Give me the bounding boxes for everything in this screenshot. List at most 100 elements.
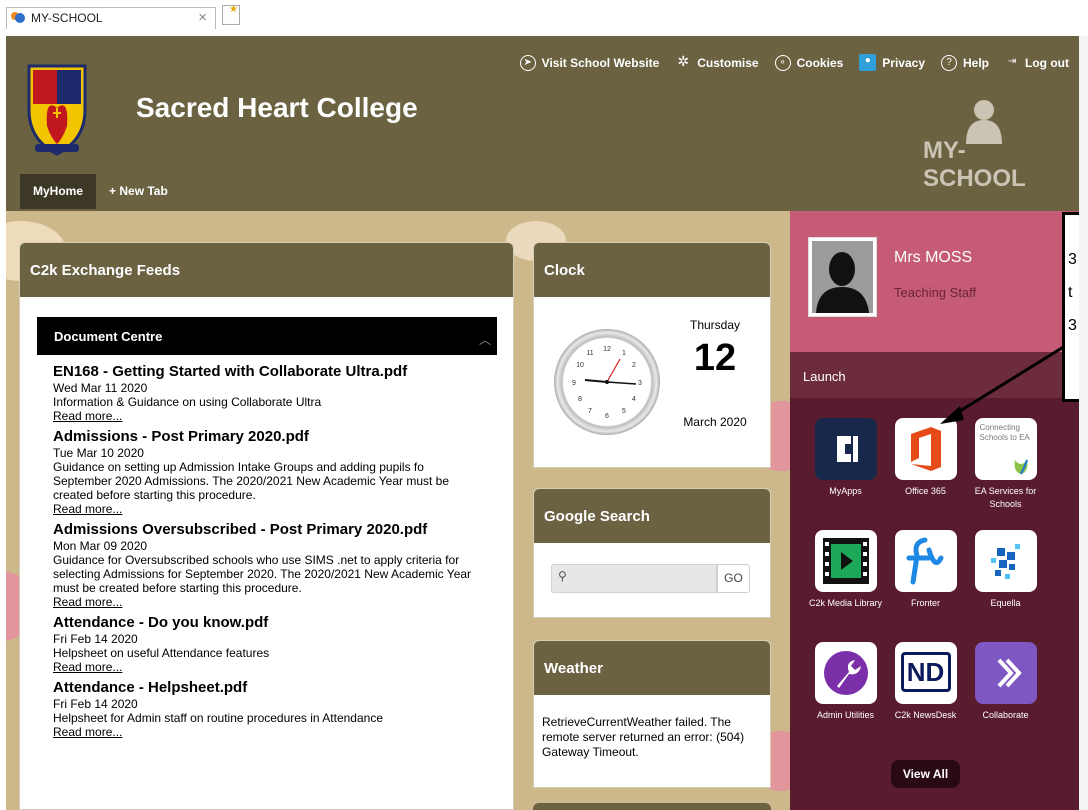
annotation-line: 3	[1068, 317, 1077, 334]
logout-link[interactable]: ⇥ Log out	[1005, 54, 1069, 71]
app-label: MyApps	[829, 486, 862, 496]
app-label: EA Services for Schools	[974, 486, 1037, 509]
svg-text:6: 6	[605, 413, 609, 420]
app-label: Equella	[990, 598, 1021, 608]
document-centre-header: Document Centre	[37, 317, 497, 355]
app-myapps[interactable]: MyApps	[808, 418, 883, 498]
clock-hands: 12 12 3 45 6 78 9 1011	[572, 346, 642, 420]
privacy-label: Privacy	[882, 55, 925, 70]
google-search-title: Google Search	[534, 489, 770, 543]
feed-item: Attendance - Helpsheet.pdf Fri Feb 14 20…	[53, 679, 483, 740]
app-media-library[interactable]: C2k Media Library	[808, 530, 883, 610]
user-name: Mrs MOSS	[894, 249, 973, 266]
visit-school-website-link[interactable]: ➤ Visit School Website	[519, 54, 660, 71]
search-go-button[interactable]: GO	[717, 564, 750, 593]
read-more-link[interactable]: Read more...	[53, 725, 483, 740]
clock-date: 12	[693, 337, 737, 379]
feed-item-title[interactable]: Admissions - Post Primary 2020.pdf	[53, 428, 483, 446]
fronter-icon	[894, 530, 957, 592]
feed-item: Attendance - Do you know.pdf Fri Feb 14 …	[53, 614, 483, 675]
svg-text:3: 3	[638, 380, 642, 387]
admin-utilities-icon	[814, 642, 877, 704]
svg-text:7: 7	[588, 408, 592, 415]
scroll-up-icon[interactable]: ︿	[479, 331, 491, 348]
collaborate-icon	[974, 642, 1037, 704]
svg-text:9: 9	[572, 380, 576, 387]
school-name: Sacred Heart College	[136, 92, 418, 123]
customise-label: Customise	[697, 55, 759, 70]
clock-day: Thursday	[689, 318, 741, 332]
app-label: Office 365	[905, 486, 946, 496]
feed-item-date: Fri Feb 14 2020	[53, 632, 138, 646]
svg-text:2: 2	[632, 362, 636, 369]
svg-text:10: 10	[576, 362, 584, 369]
tab-myhome[interactable]: MyHome	[20, 174, 97, 209]
feed-item-date: Tue Mar 10 2020	[53, 446, 144, 460]
svg-text:11: 11	[586, 350, 593, 357]
customise-link[interactable]: ✲ Customise	[675, 54, 758, 71]
app-ea-services[interactable]: Connecting Schools to EA EA Services for…	[968, 418, 1043, 511]
help-link[interactable]: ? Help	[941, 54, 989, 71]
feed-item: Admissions - Post Primary 2020.pdf Tue M…	[53, 428, 483, 517]
cursor-icon: ➤	[519, 54, 536, 71]
feed-item-title[interactable]: Admissions Oversubscribed - Post Primary…	[53, 521, 483, 539]
school-crest-logo	[27, 64, 87, 156]
annotation-text: 3 t 3	[1068, 243, 1077, 342]
myschool-logo: MY-SCHOOL	[923, 98, 1063, 193]
clock-panel: Clock 12 1 2 3 45 6 78 9 10 11 Thursday 12 Mar…	[533, 242, 771, 468]
weather-panel: Weather RetrieveCurrentWeather failed. T…	[533, 640, 771, 788]
app-fronter[interactable]: Fronter	[888, 530, 963, 610]
user-role: Teaching Staff	[894, 285, 977, 300]
app-office365[interactable]: Office 365	[888, 418, 963, 498]
privacy-link[interactable]: ● Privacy	[859, 54, 925, 71]
svg-text:4: 4	[632, 396, 636, 403]
exchange-feeds-title: C2k Exchange Feeds	[20, 243, 513, 297]
feed-item-date: Fri Feb 14 2020	[53, 697, 138, 711]
feed-item-title[interactable]: EN168 - Getting Started with Collaborate…	[53, 363, 483, 381]
feed-item-description: Information & Guidance on using Collabor…	[53, 395, 322, 409]
new-browser-tab-button[interactable]: ★	[222, 4, 240, 25]
feed-item-title[interactable]: Attendance - Do you know.pdf	[53, 614, 483, 632]
page-scrollbar[interactable]	[1079, 36, 1088, 810]
read-more-link[interactable]: Read more...	[53, 660, 483, 675]
help-label: Help	[963, 55, 990, 70]
app-equella[interactable]: Equella	[968, 530, 1043, 610]
browser-tab-title: MY-SCHOOL	[31, 11, 103, 25]
read-more-link[interactable]: Read more...	[53, 595, 483, 610]
app-collaborate[interactable]: Collaborate	[968, 642, 1043, 722]
browser-tabstrip: MY-SCHOOL × ★	[0, 0, 1088, 36]
help-icon: ?	[941, 54, 957, 71]
view-all-button[interactable]: View All	[891, 760, 960, 788]
cookies-label: Cookies	[796, 55, 844, 70]
media-library-icon	[814, 530, 877, 592]
app-label: C2k Media Library	[808, 598, 883, 608]
feed-item: Admissions Oversubscribed - Post Primary…	[53, 521, 483, 610]
close-tab-icon[interactable]: ×	[198, 9, 207, 26]
cookies-link[interactable]: ∘ Cookies	[774, 54, 844, 71]
top-navigation: ➤ Visit School Website ✲ Customise ∘ Cookie…	[504, 54, 1069, 71]
feed-item-title[interactable]: Attendance - Helpsheet.pdf	[53, 679, 483, 697]
app-admin-utilities[interactable]: Admin Utilities	[808, 642, 883, 722]
feed-item-description: Helpsheet on useful Attendance features	[53, 646, 270, 660]
search-input[interactable]	[551, 564, 717, 593]
visit-school-website-label: Visit School Website	[541, 55, 660, 70]
browser-tab[interactable]: MY-SCHOOL ×	[6, 7, 216, 29]
feed-list: EN168 - Getting Started with Collaborate…	[53, 363, 483, 744]
feed-item-description: Guidance for Oversubscribed schools who …	[53, 553, 472, 595]
weather-error-message: RetrieveCurrentWeather failed. The remot…	[542, 715, 745, 759]
read-more-link[interactable]: Read more...	[53, 409, 483, 424]
google-search-panel: Google Search ⚲ GO	[533, 488, 771, 618]
app-label: C2k NewsDesk	[894, 710, 957, 720]
read-more-link[interactable]: Read more...	[53, 502, 483, 517]
privacy-icon: ●	[859, 54, 877, 71]
newsdesk-icon: ND	[894, 642, 957, 704]
star-icon: ★	[229, 4, 238, 15]
tab-new[interactable]: + New Tab	[96, 174, 181, 209]
user-silhouette-icon	[812, 241, 873, 313]
myschool-favicon-icon	[11, 12, 25, 23]
app-newsdesk[interactable]: ND C2k NewsDesk	[888, 642, 963, 722]
avatar[interactable]	[808, 237, 877, 317]
svg-text:8: 8	[578, 396, 582, 403]
app-label: Fronter	[910, 598, 940, 608]
app-label: Collaborate	[982, 710, 1029, 720]
